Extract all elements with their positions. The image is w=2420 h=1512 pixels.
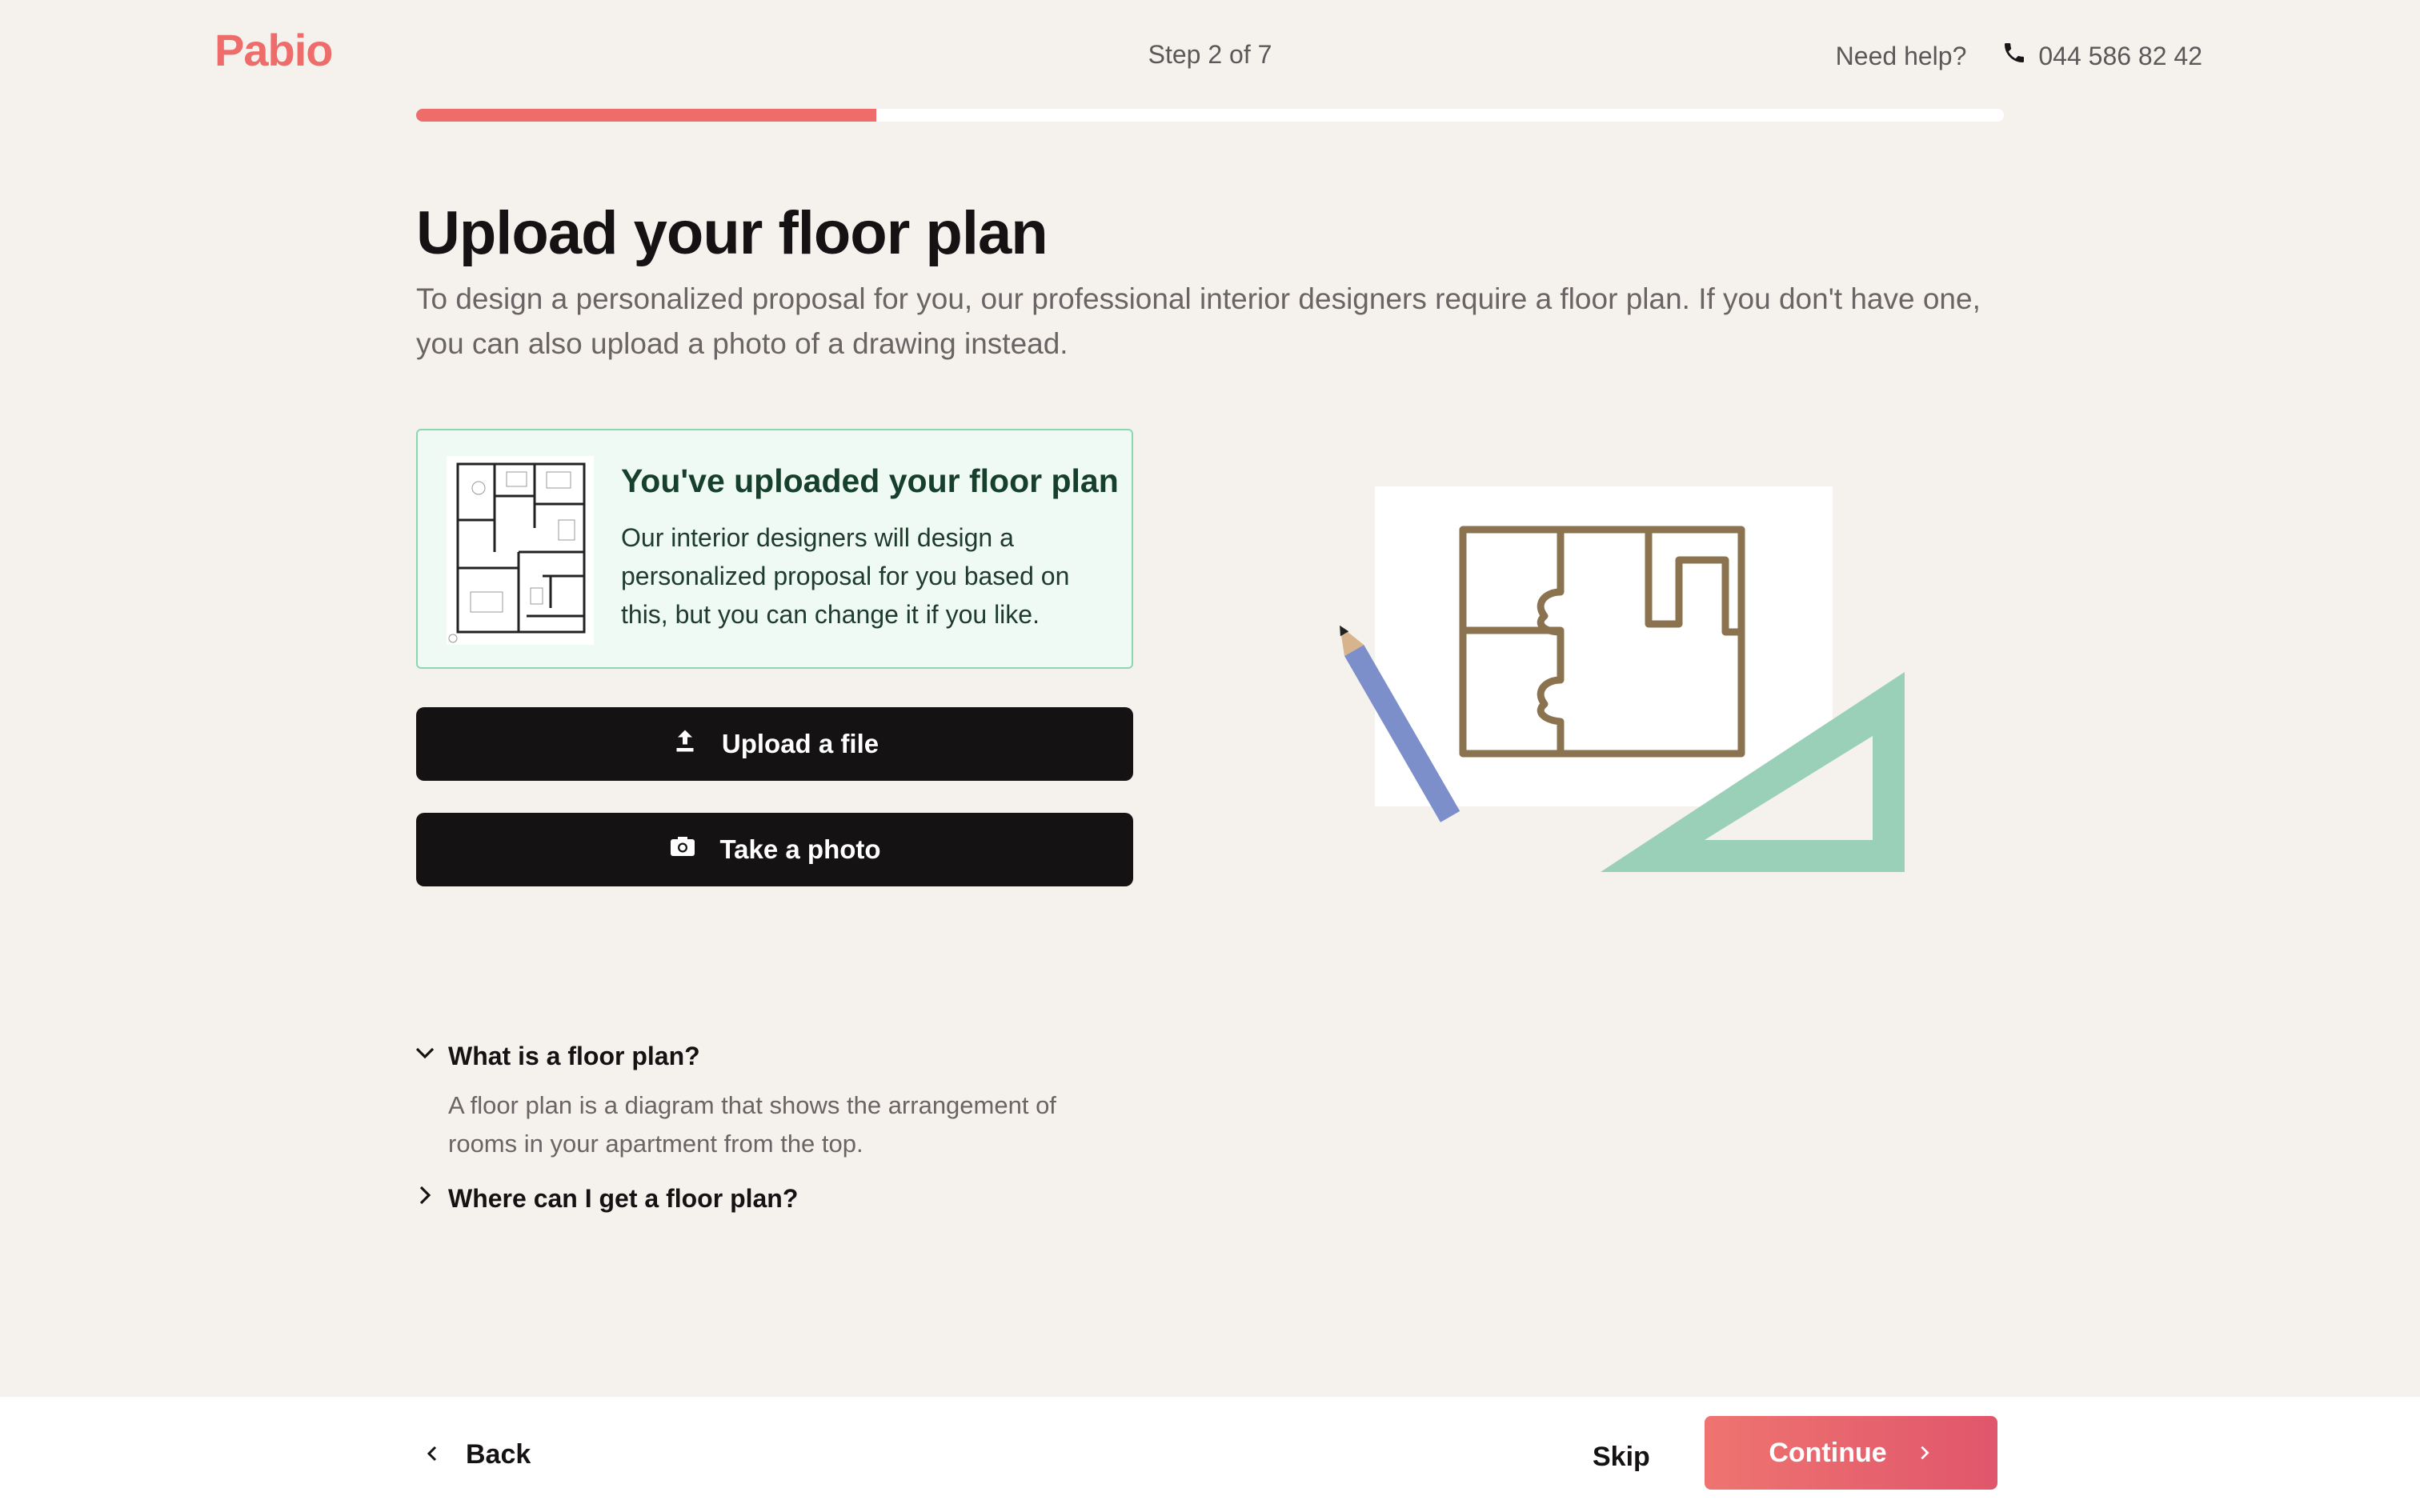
chevron-down-icon [413,1041,437,1071]
floor-plan-illustration [1328,472,1921,888]
upload-success-title: You've uploaded your floor plan [621,462,1119,499]
back-label: Back [466,1438,531,1470]
footer-bar: Back Skip Continue [0,1397,2420,1512]
faq-section: What is a floor plan? A floor plan is a … [413,1037,1133,1234]
help-section: Need help? 044 586 82 42 [1836,40,2202,72]
chevron-right-icon [1916,1438,1933,1469]
upload-file-label: Upload a file [721,729,879,758]
take-photo-button[interactable]: Take a photo [416,813,1133,886]
phone-icon [2001,40,2027,72]
phone-number: 044 586 82 42 [2038,41,2202,70]
faq-question: Where can I get a floor plan? [448,1183,799,1213]
progress-fill [416,109,877,122]
faq-answer: A floor plan is a diagram that shows the… [448,1091,1056,1158]
upload-success-card: You've uploaded your floor plan Our inte… [416,429,1133,669]
page-subtitle: To design a personalized proposal for yo… [416,282,1981,360]
faq-question-toggle[interactable]: What is a floor plan? [413,1037,1133,1075]
upload-icon [671,726,699,762]
faq-question: What is a floor plan? [448,1041,700,1070]
back-button[interactable]: Back [423,1430,531,1478]
need-help-label: Need help? [1835,41,1967,70]
faq-item: What is a floor plan? A floor plan is a … [413,1037,1133,1163]
upload-success-text: Our interior designers will design a per… [621,523,1070,629]
faq-question-toggle[interactable]: Where can I get a floor plan? [413,1179,1133,1218]
upload-file-button[interactable]: Upload a file [416,707,1133,781]
floor-plan-thumbnail[interactable] [447,456,594,645]
chevron-right-icon [413,1183,437,1214]
take-photo-label: Take a photo [719,834,881,864]
continue-label: Continue [1769,1437,1887,1468]
camera-icon [668,832,697,867]
faq-item: Where can I get a floor plan? [413,1179,1133,1218]
header: Pabio Step 2 of 7 Need help? 044 586 82 … [0,0,2420,112]
progress-bar [416,109,2004,122]
chevron-left-icon [423,1439,442,1470]
skip-button[interactable]: Skip [1593,1442,1650,1473]
continue-button[interactable]: Continue [1705,1416,1997,1490]
phone-link[interactable]: 044 586 82 42 [2001,40,2202,72]
page-title: Upload your floor plan [416,199,1048,267]
